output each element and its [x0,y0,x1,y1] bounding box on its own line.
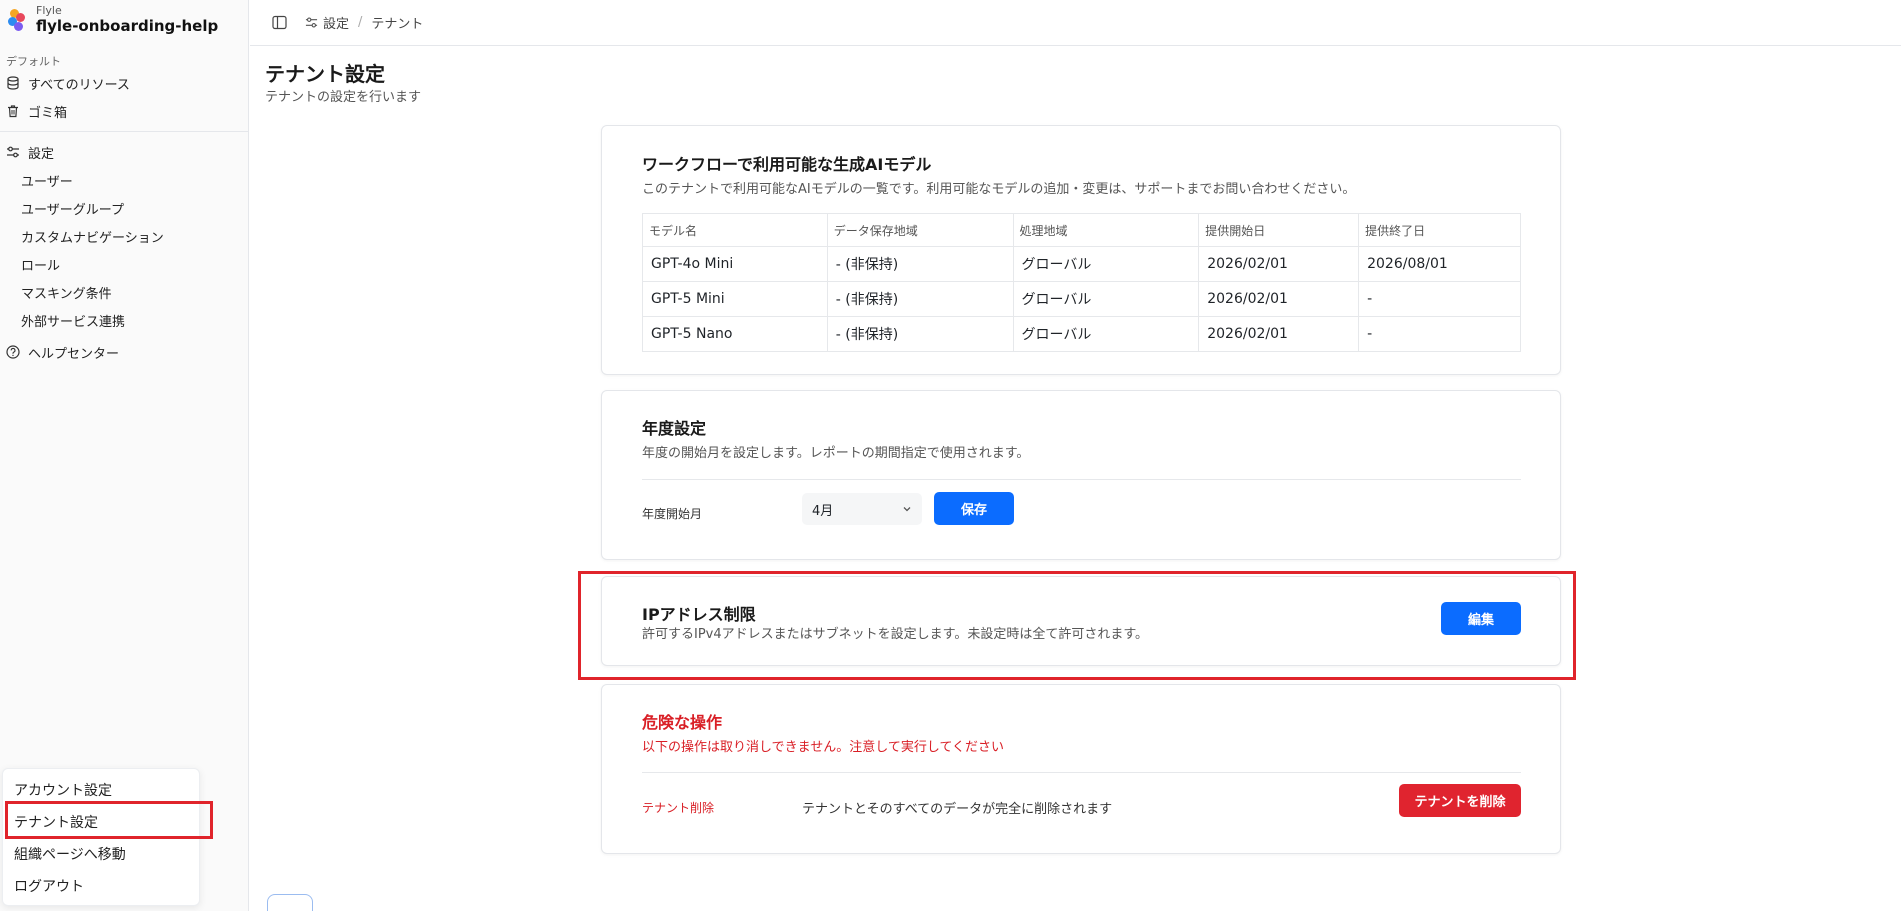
table-header-row: モデル名 データ保存地域 処理地域 提供開始日 提供終了日 [642,213,1521,247]
sidebar-item-label: ゴミ箱 [28,105,68,121]
sidebar-item-label: ヘルプセンター [28,346,120,362]
fiscal-year-divider [642,479,1521,480]
table-cell: GPT-5 Mini [642,281,828,317]
table-row: GPT-4o Mini - (非保持) グローバル 2026/02/01 202… [642,246,1521,282]
table-cell: GPT-5 Nano [642,316,828,352]
table-cell: 2026/08/01 [1358,246,1521,282]
ai-models-table: モデル名 データ保存地域 処理地域 提供開始日 提供終了日 GPT-4o Min… [642,213,1521,352]
workspace-name: flyle-onboarding-help [36,16,219,35]
sidebar: Flyle flyle-onboarding-help デフォルト すべてのリソ… [0,0,249,911]
ai-models-description: このテナントで利用可能なAIモデルの一覧です。利用可能なモデルの追加・変更は、サ… [642,182,1356,197]
column-header-start-date: 提供開始日 [1198,213,1360,247]
database-icon [6,76,20,90]
breadcrumb-settings[interactable]: 設定 [323,13,349,32]
fiscal-year-title: 年度設定 [642,419,707,438]
page-title: テナント設定 [265,62,385,86]
table-cell: 2026/02/01 [1198,246,1360,282]
ai-models-table-wrap: モデル名 データ保存地域 処理地域 提供開始日 提供終了日 GPT-4o Min… [642,213,1521,352]
sidebar-item-custom-navigation[interactable]: カスタムナビゲーション [0,222,248,250]
page-subtitle: テナントの設定を行います [265,90,422,105]
flyle-logo-icon [8,9,26,31]
sidebar-toggle-icon[interactable] [272,15,287,30]
ai-models-card: ワークフローで利用可能な生成AIモデル このテナントで利用可能なAIモデルの一覧… [601,125,1561,375]
help-circle-icon [6,345,20,359]
table-cell: GPT-4o Mini [642,246,828,282]
sliders-icon [6,145,20,159]
table-cell: 2026/02/01 [1198,281,1360,317]
app-brand: Flyle [36,4,62,18]
trash-icon [6,104,20,118]
fiscal-year-month-select[interactable]: 4月 [802,493,922,525]
chevron-down-icon [902,504,912,514]
table-row: GPT-5 Mini - (非保持) グローバル 2026/02/01 - [642,281,1521,317]
breadcrumb-settings-icon [305,16,318,29]
menu-item-organization-page[interactable]: 組織ページへ移動 [3,838,199,870]
sidebar-item-external-services[interactable]: 外部サービス連携 [0,306,248,334]
save-button[interactable]: 保存 [934,492,1014,525]
danger-zone-description: 以下の操作は取り消しできません。注意して実行してください [642,740,1005,755]
sidebar-divider [0,131,248,132]
table-cell: - (非保持) [826,246,1014,282]
danger-zone-card: 危険な操作 以下の操作は取り消しできません。注意して実行してください テナント削… [601,684,1561,854]
sidebar-item-user-groups[interactable]: ユーザーグループ [0,194,248,222]
table-cell: グローバル [1012,316,1200,352]
topbar: 設定 / テナント [250,0,1901,46]
sidebar-item-settings[interactable]: 設定 [0,138,248,166]
column-header-processing-region: 処理地域 [1012,213,1200,247]
fiscal-year-description: 年度の開始月を設定します。レポートの期間指定で使用されます。 [642,446,1030,461]
column-header-model-name: モデル名 [642,213,828,247]
breadcrumb-separator: / [358,15,363,30]
highlight-tenant-settings-menu [5,801,213,839]
breadcrumb-current: テナント [371,17,424,32]
workspace-header[interactable]: Flyle flyle-onboarding-help [0,0,248,40]
sidebar-item-help-center[interactable]: ヘルプセンター [0,338,248,366]
table-cell: - (非保持) [826,316,1014,352]
sidebar-item-label: すべてのリソース [28,77,130,93]
menu-item-logout[interactable]: ログアウト [3,870,199,902]
tenant-delete-label: テナント削除 [642,800,715,815]
table-row: GPT-5 Nano - (非保持) グローバル 2026/02/01 - [642,316,1521,352]
table-cell: グローバル [1012,281,1200,317]
sidebar-item-all-resources[interactable]: すべてのリソース [0,69,248,97]
sidebar-item-label: 設定 [28,146,55,162]
floating-action-button[interactable] [267,894,313,911]
highlight-ip-restriction-card [578,571,1576,680]
table-cell: - (非保持) [826,281,1014,317]
delete-tenant-button[interactable]: テナントを削除 [1399,784,1521,817]
column-header-end-date: 提供終了日 [1358,213,1521,247]
table-cell: - [1358,316,1521,352]
sidebar-item-masking-conditions[interactable]: マスキング条件 [0,278,248,306]
tenant-delete-description: テナントとそのすべてのデータが完全に削除されます [802,801,1113,817]
fiscal-year-card: 年度設定 年度の開始月を設定します。レポートの期間指定で使用されます。 年度開始… [601,390,1561,560]
fiscal-year-field-label: 年度開始月 [642,506,703,521]
breadcrumb: 設定 / テナント [305,13,423,32]
column-header-data-storage-region: データ保存地域 [826,213,1014,247]
table-cell: 2026/02/01 [1198,316,1360,352]
sidebar-item-users[interactable]: ユーザー [0,166,248,194]
danger-zone-divider [642,772,1521,773]
danger-zone-title: 危険な操作 [642,713,723,732]
sidebar-item-trash[interactable]: ゴミ箱 [0,97,248,125]
section-label-default: デフォルト [6,55,61,68]
table-cell: - [1358,281,1521,317]
fiscal-year-month-value: 4月 [812,503,834,519]
table-cell: グローバル [1012,246,1200,282]
ai-models-title: ワークフローで利用可能な生成AIモデル [642,155,932,174]
sidebar-item-roles[interactable]: ロール [0,250,248,278]
